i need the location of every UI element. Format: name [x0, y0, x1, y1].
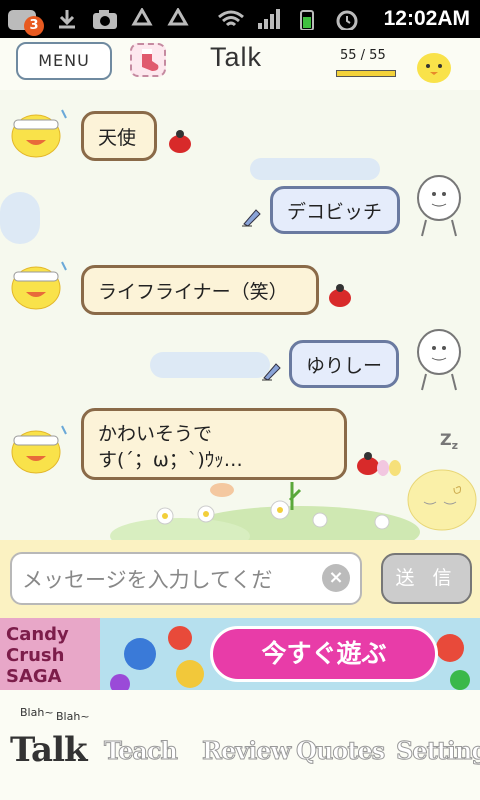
- tab-teach[interactable]: Teach: [104, 736, 179, 766]
- message-counter: 55 / 55: [340, 48, 386, 63]
- sock-icon: [142, 49, 159, 71]
- tab-review[interactable]: Review: [201, 736, 291, 766]
- page-title: Talk: [210, 42, 263, 72]
- status-bar: 3 12:02AM: [0, 0, 480, 38]
- message-bubble[interactable]: ゆりしー: [289, 340, 399, 388]
- wifi-icon: [218, 10, 244, 27]
- download-icon: [59, 10, 75, 29]
- pencil-icon: [242, 209, 261, 227]
- sock-button[interactable]: [130, 43, 166, 77]
- clear-icon[interactable]: ×: [322, 564, 350, 592]
- stickman-avatar-icon: [417, 175, 461, 237]
- chick-headband-avatar-icon: [11, 109, 67, 158]
- camera-icon: [93, 10, 117, 29]
- counter-progress: [336, 70, 396, 77]
- pencil-icon: [262, 363, 281, 381]
- sleep-z-decoration: Zz: [440, 430, 459, 453]
- stickman-avatar-icon: [417, 329, 461, 391]
- app-header: MENU Talk 55 / 55: [0, 38, 480, 90]
- tab-setting[interactable]: Setting: [395, 736, 480, 766]
- chick-avatar-icon: [417, 53, 451, 83]
- cloud-decoration: [250, 158, 380, 180]
- chick-headband-avatar-icon: [11, 261, 67, 310]
- recycle-icon: [167, 8, 189, 26]
- chick-headband-avatar-icon: [11, 425, 67, 474]
- ad-banner[interactable]: Candy Crush SAGA 今すぐ遊ぶ: [0, 618, 480, 690]
- message-bubble[interactable]: ライフライナー（笑）: [81, 265, 319, 315]
- tab-talk[interactable]: Talk: [10, 730, 88, 770]
- blah-decoration: Blah~: [56, 710, 90, 723]
- battery-icon: [300, 10, 314, 30]
- message-text: デコビッチ: [287, 200, 383, 223]
- ladybug-icon: [169, 130, 191, 153]
- message-input[interactable]: メッセージを入力してくだ: [10, 552, 362, 605]
- message-input-bar: メッセージを入力してくだ × 送 信: [0, 540, 480, 618]
- counter-progress-fill: [337, 71, 395, 76]
- recycle-icon: [131, 8, 153, 26]
- send-button[interactable]: 送 信: [381, 553, 472, 604]
- signal-icon: [258, 9, 280, 29]
- message-bubble[interactable]: デコビッチ: [270, 186, 400, 234]
- notification-count-badge: 3: [24, 16, 44, 36]
- message-text: ゆりしー: [306, 354, 383, 377]
- menu-button[interactable]: MENU: [16, 42, 112, 80]
- ladybug-icon: [329, 284, 351, 307]
- play-now-button[interactable]: 今すぐ遊ぶ: [210, 626, 438, 682]
- message-bubble[interactable]: 天使: [81, 111, 157, 161]
- clock: 12:02AM: [383, 7, 470, 30]
- ad-logo: Candy Crush SAGA: [0, 618, 100, 690]
- cloud-decoration: [0, 192, 40, 244]
- blah-decoration: Blah~: [20, 706, 54, 719]
- cloud-decoration: [150, 352, 270, 378]
- message-text: ライフライナー（笑）: [98, 280, 288, 303]
- tab-quotes[interactable]: Quotes: [295, 736, 385, 766]
- alarm-icon: [336, 10, 358, 30]
- chat-area[interactable]: 天使 デコビッチ ライフライナー（笑） ゆりしー かわいそうで す(´；ω；`)…: [0, 90, 480, 540]
- message-text-line: かわいそうで: [98, 423, 213, 445]
- flower-bush-decoration: [110, 482, 420, 540]
- message-text: 天使: [98, 126, 137, 149]
- bottom-tab-bar: Blah~ Blah~ Talk Teach Review Quotes Set…: [0, 690, 480, 800]
